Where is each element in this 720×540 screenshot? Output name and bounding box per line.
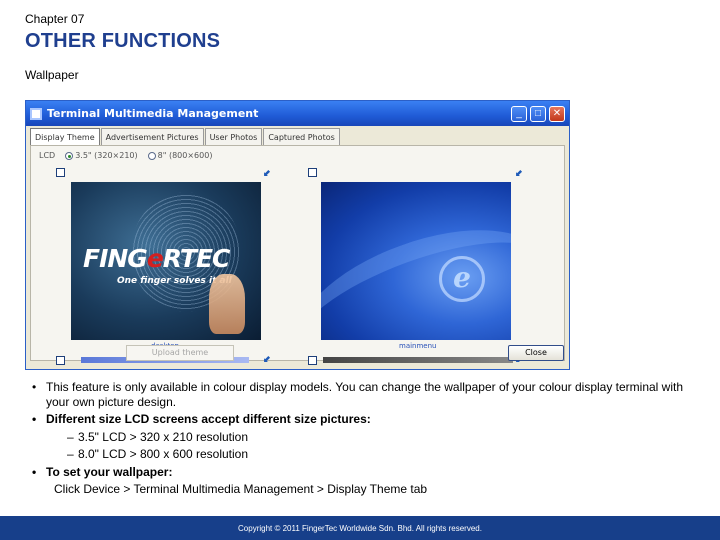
app-icon <box>30 107 42 120</box>
theme-checkbox-mainmenu[interactable] <box>308 168 317 177</box>
sub-bullet-item: 8.0" LCD > 800 x 600 resolution <box>28 447 693 462</box>
tab-advertisement-pictures[interactable]: Advertisement Pictures <box>100 128 204 145</box>
instruction-text: Click Device > Terminal Multimedia Manag… <box>54 482 428 496</box>
zoom-icon[interactable]: ⬋ <box>263 354 271 365</box>
section-subtitle: Wallpaper <box>25 68 79 82</box>
zoom-icon[interactable]: ⬋ <box>515 168 523 179</box>
window-controls: _ □ ✕ <box>511 105 569 122</box>
bullet-item: This feature is only available in colour… <box>28 380 693 409</box>
lcd-label: LCD <box>39 151 56 160</box>
window-title: Terminal Multimedia Management <box>47 107 259 120</box>
tab-strip: Display Theme Advertisement Pictures Use… <box>26 126 569 147</box>
sub-bullet-item: 3.5" LCD > 320 x 210 resolution <box>28 430 693 445</box>
fingertec-logo: FINGeRTEC <box>83 244 230 273</box>
radio-icon <box>147 151 156 160</box>
radio-selected-icon <box>65 151 74 160</box>
upload-theme-button[interactable]: Upload theme <box>126 345 234 361</box>
display-theme-panel: LCD 3.5" (320×210) 8" (800×600) ⬋ ⬋ FING… <box>30 145 565 365</box>
multimedia-window-screenshot: Terminal Multimedia Management _ □ ✕ Dis… <box>25 100 570 370</box>
minimize-button[interactable]: _ <box>511 105 527 122</box>
tab-captured-photos[interactable]: Captured Photos <box>263 128 340 145</box>
zoom-icon[interactable]: ⬋ <box>263 168 271 179</box>
bullet-list: This feature is only available in colour… <box>28 380 693 497</box>
close-button[interactable]: Close <box>508 345 564 361</box>
window-titlebar: Terminal Multimedia Management _ □ ✕ <box>26 101 569 126</box>
copyright-footer: Copyright © 2011 FingerTec Worldwide Sdn… <box>0 516 720 540</box>
wallpaper-thumbnail-partial[interactable] <box>323 357 513 363</box>
lcd-option-3-5[interactable]: 3.5" (320×210) <box>65 151 138 160</box>
maximize-button[interactable]: □ <box>530 105 546 122</box>
wallpaper-thumbnail-mainmenu[interactable]: e <box>321 182 511 340</box>
bullet-item: To set your wallpaper: <box>28 465 693 480</box>
theme-checkbox-desktop[interactable] <box>56 168 65 177</box>
close-window-button[interactable]: ✕ <box>549 105 565 122</box>
tab-user-photos[interactable]: User Photos <box>204 128 263 145</box>
thumbnail-caption-mainmenu: mainmenu <box>399 342 437 350</box>
theme-checkbox[interactable] <box>56 356 65 365</box>
page-title: OTHER FUNCTIONS <box>25 30 221 52</box>
chapter-label: Chapter 07 <box>25 12 85 26</box>
hand-graphic <box>209 274 245 334</box>
lcd-size-selector: LCD 3.5" (320×210) 8" (800×600) <box>39 151 212 160</box>
theme-checkbox[interactable] <box>308 356 317 365</box>
wallpaper-thumbnail-desktop[interactable]: FINGeRTEC One finger solves it all <box>71 182 261 340</box>
e-logo-icon: e <box>439 256 485 302</box>
lcd-option-8[interactable]: 8" (800×600) <box>147 151 212 160</box>
bullet-item: Different size LCD screens accept differ… <box>28 412 693 427</box>
